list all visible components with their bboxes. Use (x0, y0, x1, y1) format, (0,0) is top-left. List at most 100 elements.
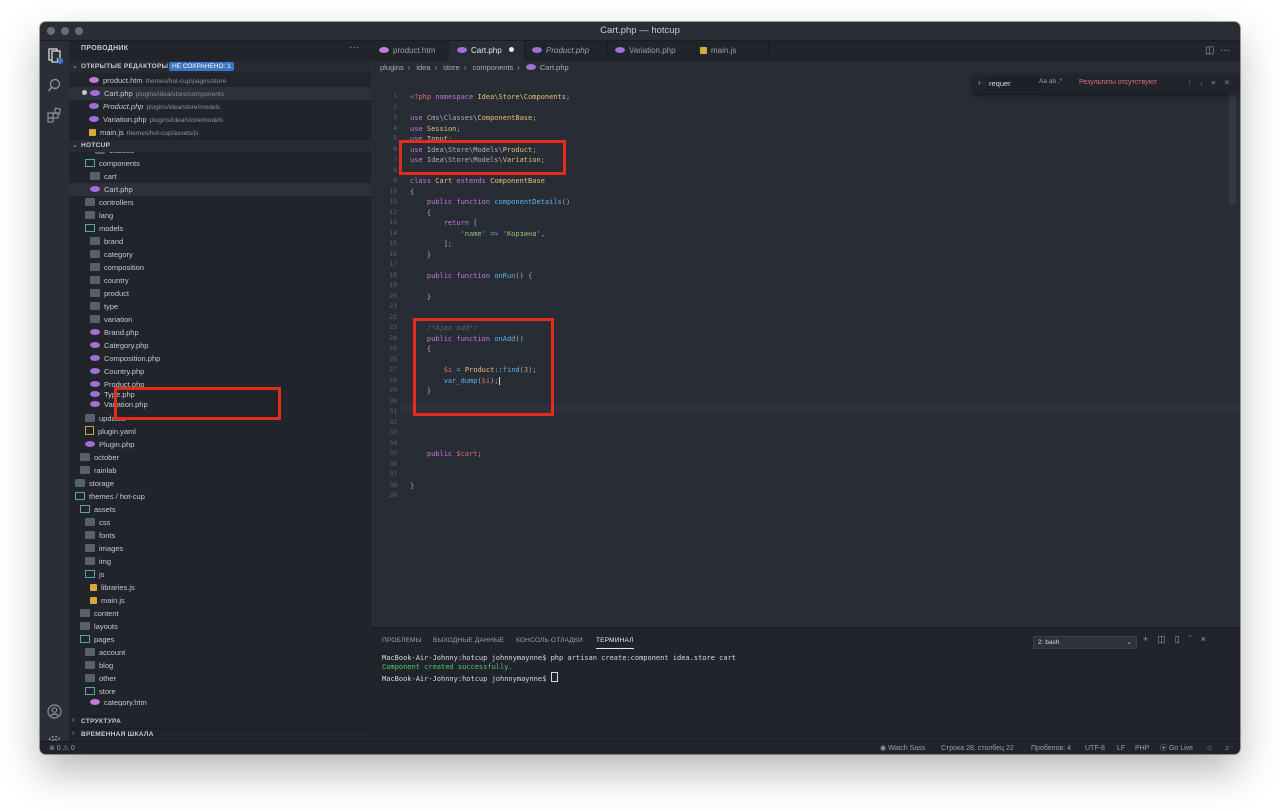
feedback-icon[interactable]: ☺ (1206, 742, 1213, 754)
tree-item-folder[interactable]: assets (80, 503, 116, 516)
encoding[interactable]: UTF-8 (1085, 742, 1105, 754)
tree-item-file[interactable]: category.htm (90, 698, 147, 706)
tree-item-folder[interactable]: models (85, 222, 123, 235)
tree-item-folder[interactable]: rainlab (80, 464, 117, 477)
line-number: 12 (389, 208, 397, 216)
tab-output[interactable]: ВЫХОДНЫЕ ДАННЫЕ (433, 637, 504, 644)
tree-item-folder[interactable]: account (85, 646, 125, 659)
tree-item-folder[interactable]: img (85, 555, 111, 568)
open-editor-item[interactable]: product.htm themes/hot-cup/pages/store (69, 74, 371, 87)
toggle-replace-icon[interactable]: › (978, 78, 981, 87)
tree-item-file[interactable]: main.js (90, 594, 125, 607)
more-actions-button[interactable]: ··· (349, 42, 359, 53)
breadcrumb-item[interactable]: store (443, 63, 460, 72)
explorer-icon[interactable] (46, 47, 64, 65)
account-icon[interactable] (46, 703, 63, 720)
tree-item-folder[interactable]: store (85, 685, 116, 698)
cursor-position[interactable]: Строка 28, столбец 22 (941, 742, 1014, 754)
code-editor[interactable]: 1 2 3 4 5 6 7 8 9 10 11 12 13 14 15 16 17 18 19 20 21 22 23 24 2… (371, 75, 1240, 627)
tree-item-label: store (99, 687, 116, 696)
tree-item-folder[interactable]: images (85, 542, 123, 555)
tree-item-file[interactable]: Composition.php (90, 352, 160, 365)
tree-item-folder[interactable]: other (85, 672, 116, 685)
more-actions-icon[interactable]: ··· (1220, 45, 1230, 56)
tab-variation-php[interactable]: Variation.php (607, 41, 697, 61)
tree-item-folder[interactable]: october (80, 451, 119, 464)
open-editor-item[interactable]: main.js themes/hot-cup/assets/js (69, 126, 371, 139)
tab-product-php[interactable]: Product.php (524, 41, 608, 61)
watch-sass-button[interactable]: ◉ Watch Sass (880, 742, 925, 754)
trash-icon[interactable]: ▯ (1175, 634, 1189, 644)
tab-problems[interactable]: ПРОБЛЕМЫ (382, 637, 422, 644)
maximize-panel-icon[interactable]: ˆ (1189, 634, 1201, 644)
tab-main-js[interactable]: main.js (692, 41, 769, 61)
tree-item-file[interactable]: Cart.php (69, 183, 371, 196)
tree-item-folder[interactable]: fonts (85, 529, 115, 542)
breadcrumb-item[interactable]: Cart.php (540, 63, 569, 72)
notifications-bell-icon[interactable]: ♫ (1224, 742, 1229, 754)
tree-item-file[interactable]: libraries.js (90, 581, 135, 594)
tree-item-folder[interactable]: type (90, 300, 118, 313)
open-editor-item[interactable]: Cart.php plugins/idea/store/components (69, 87, 371, 100)
tree-item-folder[interactable]: controllers (85, 196, 134, 209)
tree-item-folder[interactable]: components (85, 157, 140, 170)
tree-item-file[interactable]: Category.php (90, 339, 148, 352)
breadcrumb-item[interactable]: plugins (380, 63, 404, 72)
tree-item-file[interactable]: plugin.yaml (85, 425, 136, 438)
end-of-line[interactable]: LF (1117, 742, 1125, 754)
open-editors-section[interactable]: ⌄ ОТКРЫТЫЕ РЕДАКТОРЫ НЕ СОХРАНЕНО: 1 (69, 61, 371, 73)
tree-item-folder[interactable]: country (90, 274, 129, 287)
terminal-select[interactable]: 2: bash ⌄ (1033, 636, 1137, 649)
open-editor-item[interactable]: Product.php plugins/idea/store/models (69, 100, 371, 113)
go-live-button[interactable]: ⦿ Go Live (1160, 742, 1193, 754)
tab-debug-console[interactable]: КОНСОЛЬ ОТЛАДКИ (516, 637, 583, 644)
tree-item-folder[interactable]: blog (85, 659, 113, 672)
tree-item-folder[interactable]: cart (90, 170, 117, 183)
tab-product-htm[interactable]: product.htm (371, 41, 457, 61)
tree-item-folder[interactable]: category (90, 248, 133, 261)
tab-cart-php[interactable]: Cart.php (449, 41, 525, 61)
editor-scrollbar[interactable] (1229, 75, 1236, 205)
extensions-icon[interactable] (46, 107, 63, 124)
language-mode[interactable]: PHP (1135, 742, 1149, 754)
find-nav-buttons[interactable]: ↑ ↓ ≡ ✕ (1188, 78, 1233, 87)
folder-open-icon (80, 635, 90, 643)
tree-item-folder[interactable]: brand (90, 235, 123, 248)
split-terminal-icon[interactable]: ◫ (1157, 634, 1175, 644)
terminal-prompt-line[interactable]: MacBook-Air-Johnny:hotcup johnnymaynne$ (382, 672, 558, 683)
tree-item-folder[interactable]: variation (90, 313, 132, 326)
tree-item-folder[interactable]: product (90, 287, 129, 300)
timeline-section[interactable]: › ВРЕМЕННАЯ ШКАЛА (69, 728, 371, 741)
find-input[interactable] (987, 77, 1041, 91)
tree-item-folder[interactable]: composition (90, 261, 144, 274)
tree-item-folder[interactable]: pages (80, 633, 114, 646)
tree-item-folder[interactable]: layouts (80, 620, 118, 633)
breadcrumb-item[interactable]: components (472, 63, 513, 72)
add-terminal-icon[interactable]: + (1143, 634, 1157, 644)
tree-item-folder[interactable]: themes / hot-cup (75, 490, 145, 503)
tree-item-file[interactable]: Plugin.php (85, 438, 134, 451)
find-options[interactable]: Aa ab .* (1039, 78, 1062, 85)
indentation[interactable]: Пробелов: 4 (1031, 742, 1071, 754)
project-section[interactable]: ⌄ HOTCUP (69, 140, 371, 152)
tree-item-folder[interactable]: content (80, 607, 119, 620)
tree-item-label: main.js (101, 596, 125, 605)
close-panel-icon[interactable]: × (1201, 634, 1215, 644)
outline-section[interactable]: › СТРУКТУРА (69, 715, 371, 728)
breadcrumb-item[interactable]: idea (416, 63, 430, 72)
tree-item-label: Category.php (104, 341, 149, 350)
tree-item-folder[interactable]: storage (75, 477, 114, 490)
search-icon[interactable] (46, 77, 63, 94)
split-editor-icon[interactable]: ◫ (1205, 45, 1214, 56)
folder-icon (80, 466, 90, 474)
tree-item-label: images (99, 544, 124, 553)
tree-item-folder[interactable]: lang (85, 209, 113, 222)
tree-item-folder[interactable]: js (85, 568, 104, 581)
tab-terminal[interactable]: ТЕРМИНАЛ (596, 637, 634, 649)
tree-item-file[interactable]: Brand.php (90, 326, 139, 339)
open-editor-item[interactable]: Variation.php plugins/idea/store/models (69, 113, 371, 126)
tree-item-folder[interactable]: css (85, 516, 110, 529)
tree-item-file[interactable]: Country.php (90, 365, 144, 378)
yaml-file-icon (85, 426, 94, 435)
problems-indicator[interactable]: ⊗ 0 ⚠ 0 (49, 742, 75, 754)
